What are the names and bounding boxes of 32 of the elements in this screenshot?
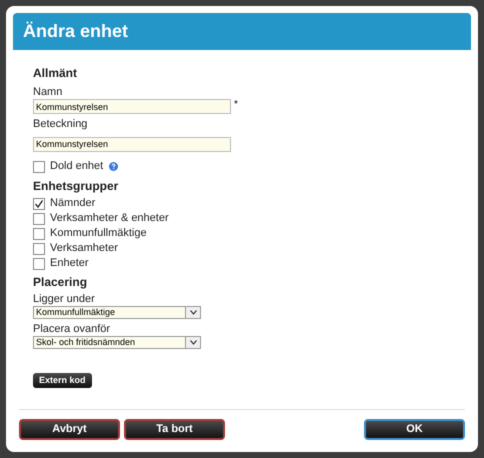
checkbox-label: Kommunfullmäktige — [50, 226, 147, 242]
dialog-title: Ändra enhet — [23, 20, 128, 43]
footer-button[interactable]: Avbryt — [19, 419, 120, 440]
required-mark: * — [234, 99, 238, 111]
checkbox-label: Enheter — [50, 256, 89, 272]
checkbox[interactable] — [33, 242, 45, 254]
field-label: Namn — [33, 86, 64, 99]
select-field[interactable]: Kommunfullmäktige — [33, 306, 201, 319]
extern-code-button[interactable]: Extern kod — [33, 373, 92, 388]
chevron-down-icon — [190, 310, 196, 315]
checkbox-label: Verksamheter & enheter — [50, 211, 169, 226]
ok-button[interactable]: OK — [364, 419, 465, 440]
section-heading: Enhetsgrupper — [33, 179, 120, 193]
checkbox-label: Nämnder — [50, 196, 96, 212]
section-heading: Placering — [33, 275, 88, 289]
name-field[interactable]: Kommunstyrelsen — [33, 99, 231, 114]
chevron-down-icon — [190, 340, 196, 345]
field-label: Placera ovanför — [33, 322, 112, 336]
footer-button[interactable]: Ta bort — [124, 419, 225, 440]
section-heading: Allmänt — [33, 66, 78, 80]
select-field[interactable]: Skol- och fritidsnämnden — [33, 336, 201, 349]
help-icon[interactable] — [109, 162, 118, 171]
checkbox[interactable] — [33, 228, 45, 240]
checkbox[interactable] — [33, 160, 45, 172]
checkbox-label: Dold enhet — [50, 159, 104, 174]
checkbox[interactable] — [33, 198, 45, 210]
checkbox-label: Verksamheter — [50, 241, 118, 256]
field-label: Beteckning — [33, 118, 88, 131]
checkbox[interactable] — [33, 212, 45, 224]
field-label: Ligger under — [33, 292, 96, 306]
designation-field[interactable]: Kommunstyrelsen — [33, 136, 231, 152]
checkbox[interactable] — [33, 258, 45, 270]
